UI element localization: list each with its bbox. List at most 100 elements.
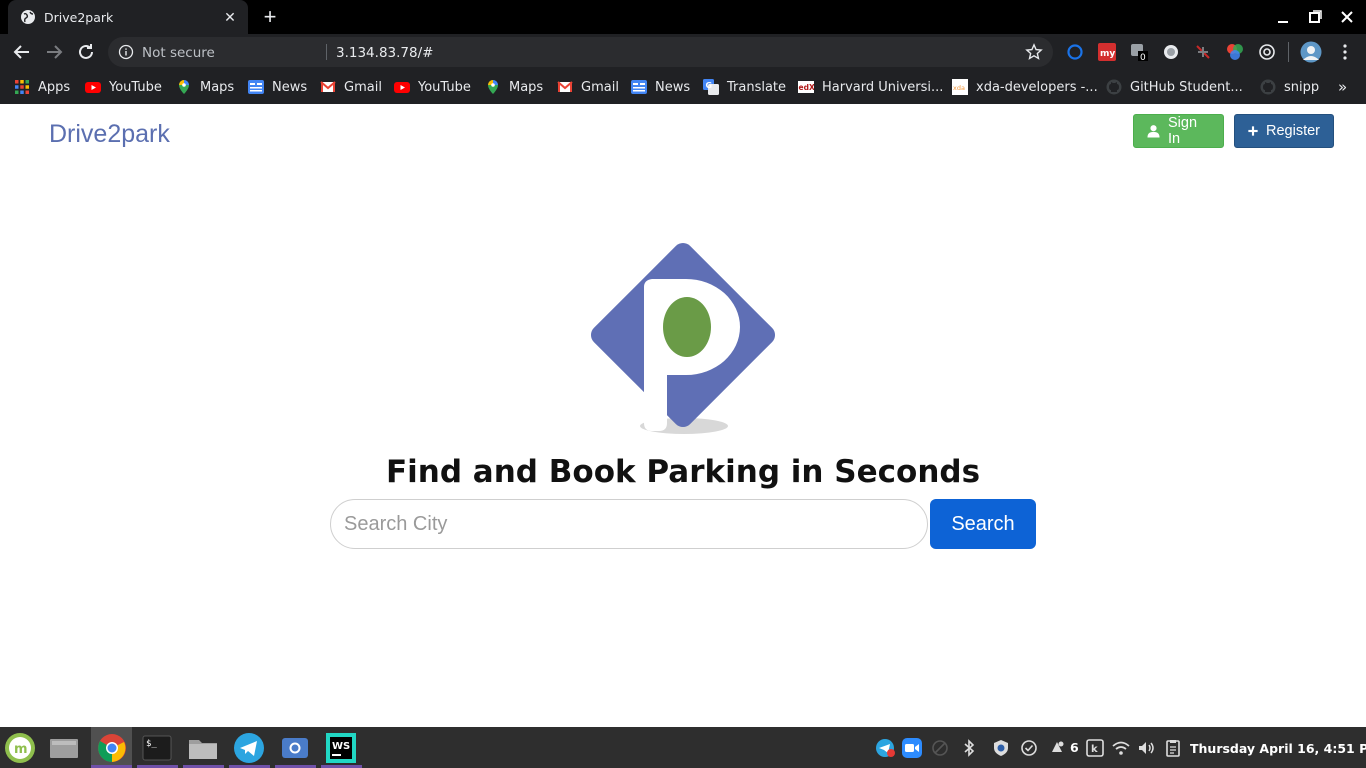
- badge-extension-icon[interactable]: 0: [1130, 43, 1148, 61]
- show-desktop-icon[interactable]: [48, 732, 80, 764]
- sign-in-label: Sign In: [1168, 115, 1198, 147]
- minimize-icon[interactable]: [1273, 7, 1293, 27]
- bookmark-youtube[interactable]: YouTube: [394, 78, 471, 96]
- bookmarks-bar: Apps YouTube Maps News Gmail YouTube Map…: [0, 70, 1366, 104]
- color-extension-icon[interactable]: [1226, 43, 1244, 61]
- reload-icon[interactable]: [74, 40, 98, 64]
- volume-icon[interactable]: [1137, 739, 1155, 757]
- os-taskbar: m $_ WS 6 k Thursday April 16, 4:51 PM: [0, 727, 1366, 768]
- svg-text:my: my: [1100, 49, 1115, 59]
- zoom-tray-icon[interactable]: [902, 738, 922, 758]
- bookmark-snipp[interactable]: snipp: [1260, 78, 1319, 96]
- bookmark-label: GitHub Student...: [1130, 79, 1243, 95]
- svg-text:m: m: [14, 742, 28, 757]
- bookmark-maps[interactable]: Maps: [485, 78, 543, 96]
- bookmark-maps[interactable]: Maps: [176, 78, 234, 96]
- disabled-extension-icon[interactable]: [1194, 43, 1212, 61]
- wifi-icon[interactable]: [1112, 739, 1130, 757]
- globe-icon: [21, 10, 35, 24]
- bookmark-xda[interactable]: xda xda-developers -...: [952, 78, 1098, 96]
- chrome-icon[interactable]: [96, 732, 128, 764]
- bookmark-star-icon[interactable]: [1025, 43, 1043, 61]
- restore-icon[interactable]: [1305, 7, 1325, 27]
- url-text[interactable]: 3.134.83.78/#: [336, 45, 433, 61]
- bookmark-harvard[interactable]: edX Harvard Universi...: [798, 78, 943, 96]
- bookmark-label: Maps: [200, 79, 235, 95]
- browser-tab-strip: Drive2park ✕ +: [0, 0, 1366, 34]
- terminal-icon[interactable]: $_: [141, 732, 173, 764]
- bookmark-gmail[interactable]: Gmail: [320, 78, 382, 96]
- search-button[interactable]: Search: [930, 499, 1036, 549]
- search-city-input[interactable]: [330, 499, 928, 549]
- github-icon: [1106, 79, 1122, 95]
- mint-menu-icon[interactable]: m: [4, 732, 36, 764]
- translate-icon: G: [703, 79, 719, 95]
- notifications-icon[interactable]: [1048, 739, 1066, 757]
- browser-toolbar: Not secure 3.134.83.78/# my 0: [0, 34, 1366, 70]
- youtube-icon: [394, 82, 410, 93]
- bookmark-youtube[interactable]: YouTube: [85, 78, 162, 96]
- record-extension-icon[interactable]: [1162, 43, 1180, 61]
- blocked-tray-icon[interactable]: [931, 739, 949, 757]
- keyboard-layout-icon[interactable]: k: [1086, 739, 1104, 757]
- news-icon: [631, 80, 647, 94]
- register-label: Register: [1266, 123, 1320, 139]
- telegram-icon[interactable]: [233, 732, 265, 764]
- menu-kebab-icon[interactable]: [1336, 43, 1354, 61]
- page-content: Drive2park Sign In Register Find and Boo…: [0, 104, 1366, 727]
- system-clock[interactable]: Thursday April 16, 4:51 PM: [1190, 741, 1366, 756]
- update-check-icon[interactable]: [1020, 739, 1038, 757]
- bookmarks-overflow-button[interactable]: »: [1338, 78, 1347, 96]
- svg-text:k: k: [1091, 744, 1098, 755]
- youtube-icon: [85, 82, 101, 93]
- news-icon: [248, 80, 264, 94]
- maps-icon: [488, 80, 498, 94]
- forward-arrow-icon[interactable]: [42, 40, 66, 64]
- sign-in-button[interactable]: Sign In: [1133, 114, 1224, 148]
- gmail-icon: [557, 81, 573, 92]
- edx-icon: edX: [798, 81, 815, 93]
- register-button[interactable]: Register: [1234, 114, 1334, 148]
- bookmark-label: xda-developers -...: [976, 79, 1098, 95]
- browser-tab-active[interactable]: Drive2park ✕: [8, 0, 248, 34]
- files-icon[interactable]: [187, 732, 219, 764]
- close-tab-icon[interactable]: ✕: [222, 9, 238, 25]
- bookmark-apps[interactable]: Apps: [14, 78, 70, 96]
- circle-extension-icon[interactable]: [1066, 43, 1084, 61]
- bookmark-news[interactable]: News: [631, 78, 690, 96]
- gmail-icon: [320, 81, 336, 92]
- bluetooth-icon[interactable]: [960, 739, 978, 757]
- svg-text:WS: WS: [332, 741, 350, 752]
- bookmark-gmail[interactable]: Gmail: [557, 78, 619, 96]
- target-extension-icon[interactable]: [1258, 43, 1276, 61]
- address-separator: [326, 44, 327, 60]
- bookmark-label: YouTube: [418, 79, 471, 95]
- bookmark-news[interactable]: News: [248, 78, 307, 96]
- webstorm-icon[interactable]: WS: [325, 732, 357, 764]
- bookmark-translate[interactable]: G Translate: [703, 78, 786, 96]
- brand-logo-text[interactable]: Drive2park: [49, 120, 170, 149]
- github-icon: [1260, 79, 1276, 95]
- bookmark-label: snipp: [1284, 79, 1320, 95]
- bookmark-label: Maps: [509, 79, 544, 95]
- bookmark-label: Gmail: [344, 79, 382, 95]
- address-bar[interactable]: Not secure 3.134.83.78/#: [108, 37, 1053, 67]
- toolbar-separator: [1288, 42, 1289, 62]
- parking-logo: [590, 242, 776, 434]
- back-arrow-icon[interactable]: [10, 40, 34, 64]
- svg-text:0: 0: [1140, 53, 1146, 61]
- apps-grid-icon: [15, 80, 29, 94]
- clipboard-icon[interactable]: [1164, 739, 1182, 757]
- close-window-icon[interactable]: [1337, 7, 1357, 27]
- telegram-tray-icon[interactable]: [875, 738, 895, 758]
- profile-avatar-icon[interactable]: [1300, 41, 1322, 63]
- tab-title: Drive2park: [44, 10, 114, 25]
- user-icon: [1147, 125, 1160, 138]
- new-tab-button[interactable]: +: [258, 5, 282, 29]
- info-icon[interactable]: [118, 44, 134, 60]
- bookmark-github-student[interactable]: GitHub Student...: [1106, 78, 1243, 96]
- my-extension-icon[interactable]: my: [1098, 43, 1116, 61]
- screenshot-icon[interactable]: [279, 732, 311, 764]
- svg-text:edX: edX: [799, 83, 815, 92]
- shield-icon[interactable]: [992, 739, 1010, 757]
